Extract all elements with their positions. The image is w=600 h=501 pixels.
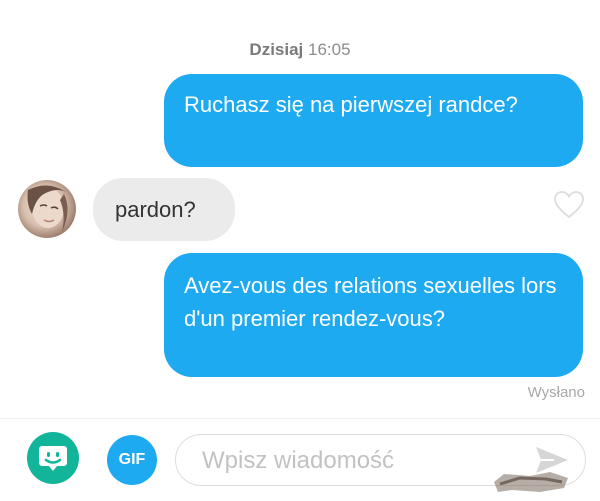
- delivery-status: Wysłano: [527, 384, 585, 401]
- message-text: pardon?: [115, 197, 196, 222]
- avatar[interactable]: [18, 180, 76, 238]
- date-label: Dzisiaj: [249, 40, 304, 59]
- message-text: Ruchasz się na pierwszej randce?: [184, 92, 518, 117]
- sticker-icon: [39, 446, 67, 471]
- outgoing-message-bubble[interactable]: Avez-vous des relations sexuelles lors d…: [164, 253, 583, 377]
- watermark-logo: [490, 462, 572, 496]
- conversation-timestamp: Dzisiaj 16:05: [0, 40, 600, 60]
- sticker-button[interactable]: [27, 432, 79, 484]
- outgoing-message-bubble[interactable]: Ruchasz się na pierwszej randce?: [164, 74, 583, 167]
- message-text: Avez-vous des relations sexuelles lors d…: [184, 273, 557, 331]
- incoming-message-bubble[interactable]: pardon?: [93, 178, 235, 241]
- avatar-photo: [27, 185, 68, 232]
- message-input[interactable]: [200, 443, 524, 479]
- composer-divider: [0, 418, 600, 419]
- gif-button[interactable]: GIF: [107, 435, 157, 485]
- time-label: 16:05: [308, 40, 351, 59]
- heart-icon[interactable]: [553, 190, 585, 220]
